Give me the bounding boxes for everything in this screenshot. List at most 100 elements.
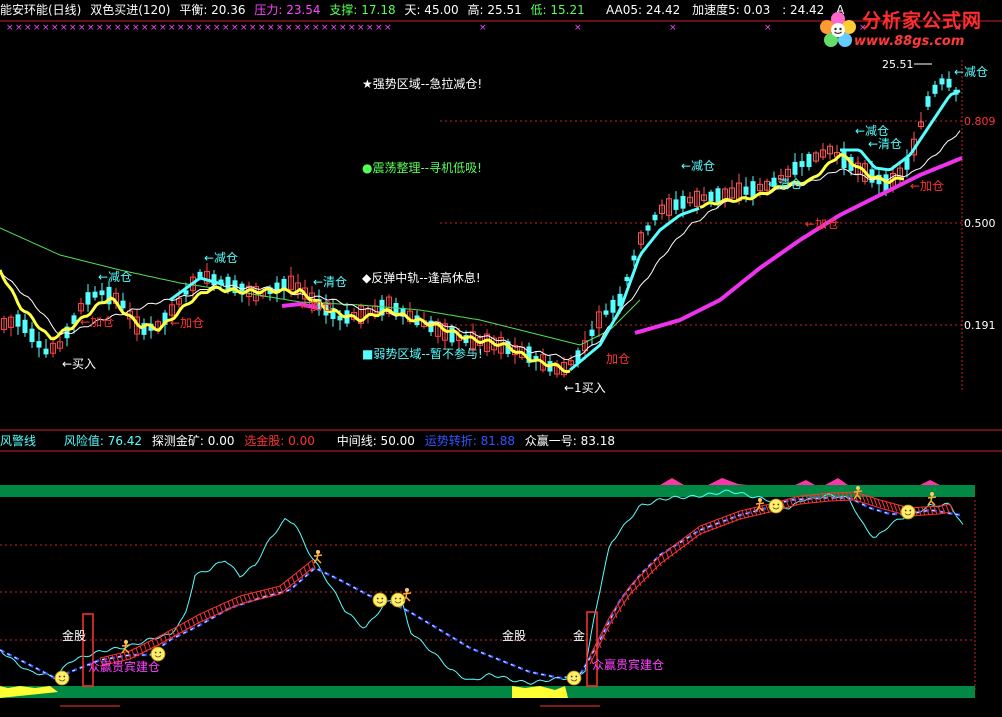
smiley-eye — [381, 597, 384, 600]
ribbon — [99, 559, 316, 667]
ribbon-hatch — [937, 505, 942, 515]
candle-body — [743, 186, 749, 195]
build-position-box — [82, 613, 94, 687]
signal-marker: × — [574, 23, 582, 33]
ribbon-hatch — [945, 504, 950, 513]
signal-marker: × — [60, 23, 68, 33]
signal-marker: × — [6, 23, 14, 33]
trade-signal: ←加仓 — [170, 316, 204, 330]
zone-annotation: ■弱势区域--暂不参与! — [362, 346, 483, 361]
signal-marker: × — [267, 23, 275, 33]
smiley-icon — [150, 646, 166, 662]
high-zone-fill — [660, 478, 940, 485]
sub-value: 运势转折: 81.88 — [424, 434, 515, 448]
trade-signal: ←加仓 — [80, 315, 114, 329]
signal-marker: × — [105, 23, 113, 33]
candle-body — [925, 96, 931, 107]
candle-body — [645, 225, 651, 231]
candle-body — [673, 199, 679, 210]
candle-body — [22, 319, 28, 334]
signal-marker: × — [24, 23, 32, 33]
header-value: 压力: 23.54 — [254, 3, 321, 17]
signal-marker: × — [330, 23, 338, 33]
signal-marker: × — [375, 23, 383, 33]
candle-body — [652, 214, 658, 221]
smiley-eye — [909, 509, 912, 512]
smiley-icon — [768, 498, 784, 514]
runner-icon — [402, 588, 412, 602]
smiley-eye — [376, 597, 379, 600]
runner-head — [405, 588, 409, 592]
header-value: 高: 25.51 — [467, 3, 522, 17]
ribbon-hatch — [949, 503, 954, 513]
signal-marker: × — [150, 23, 158, 33]
high-price-label: 25.51 — [882, 58, 914, 71]
candle-body — [680, 196, 686, 209]
sub-title: 风警线 — [0, 434, 37, 448]
trade-signal: ←加仓 — [910, 179, 944, 193]
sub-chart-label: 金股 — [62, 628, 86, 643]
candle-body — [120, 300, 126, 309]
candle-body — [631, 255, 637, 261]
signal-marker: × — [42, 23, 50, 33]
runner-head — [758, 498, 762, 502]
smiley-face — [900, 504, 916, 520]
indicator-name: 双色买进(120) — [90, 3, 171, 17]
signal-marker: × — [78, 23, 86, 33]
signal-marker: × — [177, 23, 185, 33]
logo-url: www.88gs.com — [854, 34, 965, 49]
smiley-face — [54, 670, 70, 686]
candle-body — [603, 310, 609, 315]
turning-point-highlight — [0, 497, 961, 679]
stock-chart[interactable]: × × × × × × × × × × × × × × × × × × × × × × × × × × × × × × × × × × × × × × × ×… — [0, 0, 1002, 717]
signal-marker: × — [96, 23, 104, 33]
axis-label: 0.809 — [964, 115, 996, 128]
candle-body — [589, 329, 595, 336]
signal-marker: × — [366, 23, 374, 33]
sub-value: 选金股: 0.00 — [244, 434, 315, 448]
trade-signal: ←加仓 — [805, 217, 839, 231]
candle-body — [36, 341, 42, 348]
smiley-face — [372, 592, 388, 608]
sub-value: 探测金矿: 0.00 — [151, 434, 235, 448]
signal-marker: × — [339, 23, 347, 33]
trade-signal: ←减仓 — [681, 159, 715, 173]
trade-signal: ←减仓 — [204, 251, 238, 265]
signal-marker: × — [114, 23, 122, 33]
signal-marker: × — [87, 23, 95, 33]
zone-annotation: ◆反弹中轨--逢高休息! — [362, 270, 481, 285]
candle-body — [799, 161, 805, 167]
signal-marker: × — [33, 23, 41, 33]
candle-body — [750, 181, 756, 198]
ribbon-hatch — [267, 588, 272, 598]
axis-label: 0.191 — [964, 319, 996, 332]
ribbon — [589, 491, 954, 665]
signal-marker: × — [276, 23, 284, 33]
header-value: 天: 45.00 — [404, 3, 459, 17]
sub-chart-label: 金 — [573, 628, 585, 643]
sub-chart-header: 风警线 风险值: 76.42 探测金矿: 0.00 选金股: 0.00 中间线:… — [0, 431, 760, 451]
trade-signal: ←清仓 — [313, 275, 347, 289]
smiley-eye — [154, 651, 157, 654]
signal-marker: × — [303, 23, 311, 33]
signal-marker: × — [186, 23, 194, 33]
candle-body — [806, 153, 812, 168]
logo-title: 分析家公式网 — [862, 10, 983, 32]
ribbon-hatch — [749, 508, 754, 517]
signal-marker: × — [357, 23, 365, 33]
candle-body — [792, 161, 798, 175]
zone-annotation: ●震荡整理--寻机低吸! — [362, 160, 482, 175]
runner-icon — [313, 550, 323, 564]
runner-head — [856, 486, 860, 490]
turning-point-line — [0, 496, 961, 680]
candle-body — [92, 291, 98, 298]
candle-body — [715, 188, 721, 203]
runner-head — [316, 550, 320, 554]
runner-body — [927, 495, 937, 506]
ribbon-hatch — [243, 594, 248, 604]
smiley-icon — [900, 504, 916, 520]
smiley-eye — [399, 597, 402, 600]
smiley-icon — [372, 592, 388, 608]
signal-marker: × — [479, 23, 487, 33]
candle-body — [99, 290, 105, 296]
